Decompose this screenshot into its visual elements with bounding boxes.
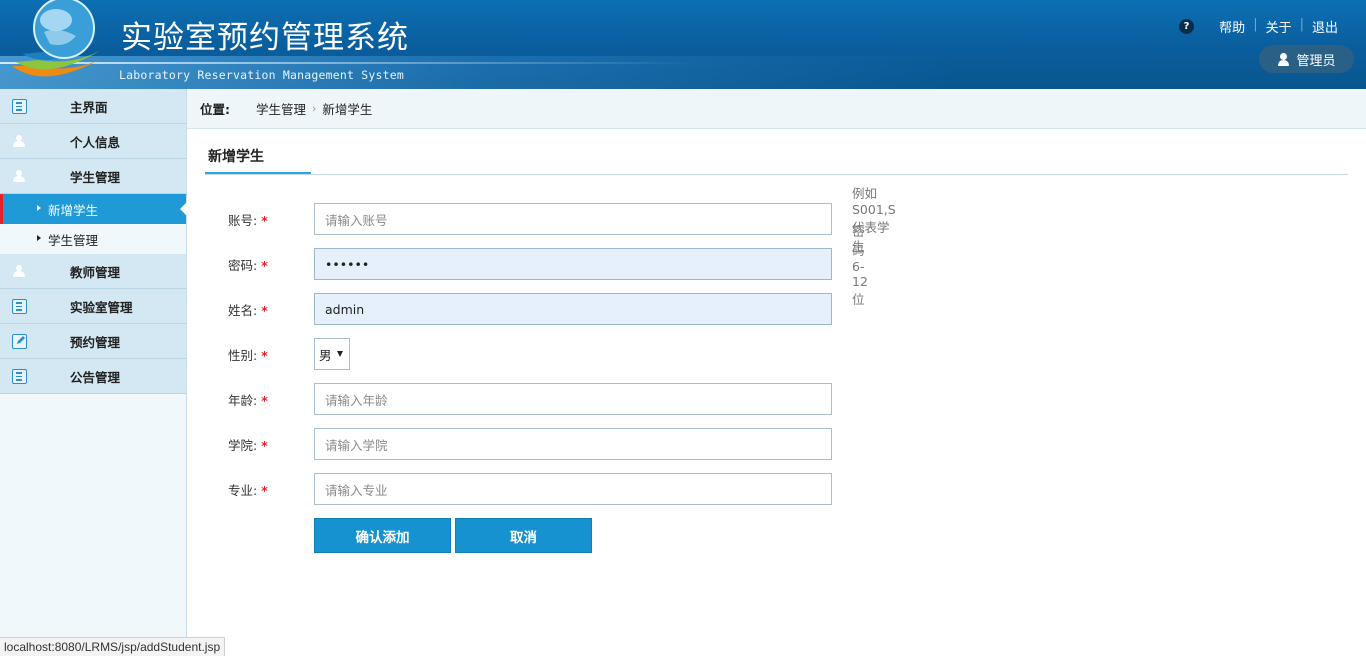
field-label: 密码: * [228, 255, 288, 274]
user-name: 管理员 [1296, 53, 1336, 69]
sidebar-subitem-student-manage[interactable]: 学生管理 [0, 224, 186, 254]
user-badge[interactable]: 管理员 [1259, 45, 1354, 73]
app-header: 实验室预约管理系统 Laboratory Reservation Managem… [0, 0, 1366, 89]
list-icon [12, 369, 27, 384]
caret-down-icon [336, 351, 343, 357]
password-label: 密码: [228, 257, 258, 273]
sidebar-item-label: 实验室管理 [70, 299, 133, 315]
required-mark: * [261, 437, 268, 453]
sidebar-item-label: 个人信息 [70, 134, 121, 150]
account-input[interactable]: 请输入账号 [314, 203, 832, 235]
sidebar-item-teachers[interactable]: 教师管理 [0, 254, 186, 289]
required-mark: * [261, 302, 268, 318]
breadcrumb-items: 学生管理 › 新增学生 [256, 99, 372, 118]
major-placeholder: 请输入专业 [325, 482, 388, 498]
person-icon [12, 134, 27, 149]
app-subtitle: Laboratory Reservation Management System [119, 68, 404, 82]
sidebar-subitem-label: 新增学生 [48, 202, 99, 218]
field-label: 姓名: * [228, 300, 288, 319]
password-hint: 密码6-12位 [852, 223, 868, 307]
person-icon [12, 169, 27, 184]
app-title: 实验室预约管理系统 [121, 20, 409, 56]
sidebar-item-label: 教师管理 [70, 264, 121, 280]
status-bar-url: localhost:8080/LRMS/jsp/addStudent.jsp [0, 637, 226, 656]
top-links: 帮助 | 关于 | 退出 [1211, 17, 1346, 36]
user-icon [1277, 52, 1290, 66]
edit-icon [12, 334, 27, 349]
breadcrumb-item[interactable]: 学生管理 [256, 99, 306, 118]
confirm-add-button[interactable]: 确认添加 [314, 518, 451, 553]
list-icon [12, 299, 27, 314]
required-mark: * [261, 392, 268, 408]
required-mark: * [261, 347, 268, 363]
person-icon [12, 264, 27, 279]
logout-link[interactable]: 退出 [1304, 17, 1346, 36]
triangle-right-icon [37, 205, 41, 211]
help-link[interactable]: 帮助 [1211, 17, 1253, 36]
sidebar-item-home[interactable]: 主界面 [0, 89, 186, 124]
sidebar-item-notices[interactable]: 公告管理 [0, 359, 186, 394]
sidebar-item-label: 公告管理 [70, 369, 121, 385]
name-value: admin [325, 301, 365, 317]
major-input[interactable]: 请输入专业 [314, 473, 832, 505]
section-title: 新增学生 [205, 140, 311, 175]
breadcrumb-label: 位置: [200, 102, 230, 117]
age-input[interactable]: 请输入年龄 [314, 383, 832, 415]
name-input[interactable]: admin [314, 293, 832, 325]
account-placeholder: 请输入账号 [325, 212, 388, 228]
major-label: 专业: [228, 482, 258, 498]
field-label: 账号: * [228, 210, 288, 229]
sidebar-item-label: 预约管理 [70, 334, 121, 350]
name-label: 姓名: [228, 302, 258, 318]
password-value: •••••• [325, 256, 370, 272]
about-link[interactable]: 关于 [1258, 17, 1300, 36]
password-input[interactable]: •••••• [314, 248, 832, 280]
sidebar-item-label: 学生管理 [70, 169, 121, 185]
cancel-button[interactable]: 取消 [455, 518, 592, 553]
sidebar-item-label: 主界面 [70, 99, 108, 115]
sidebar-item-profile[interactable]: 个人信息 [0, 124, 186, 159]
section-divider [205, 174, 1348, 175]
field-label: 年龄: * [228, 390, 288, 409]
sidebar-item-labs[interactable]: 实验室管理 [0, 289, 186, 324]
field-label: 性别: * [228, 345, 288, 364]
chevron-right-icon: › [312, 102, 317, 115]
age-placeholder: 请输入年龄 [325, 392, 388, 408]
sidebar-item-students[interactable]: 学生管理 [0, 159, 186, 194]
college-label: 学院: [228, 437, 258, 453]
triangle-right-icon [37, 235, 41, 241]
globe-logo-icon [12, 0, 106, 77]
required-mark: * [261, 482, 268, 498]
college-placeholder: 请输入学院 [325, 437, 388, 453]
sidebar: 主界面 个人信息 学生管理 新增学生 学生管理 教师管理 实验室管理 预约管理 [0, 89, 187, 656]
sidebar-subitem-add-student[interactable]: 新增学生 [0, 194, 187, 224]
sidebar-item-reservations[interactable]: 预约管理 [0, 324, 186, 359]
field-label: 学院: * [228, 435, 288, 454]
list-icon [12, 99, 27, 114]
college-input[interactable]: 请输入学院 [314, 428, 832, 460]
sidebar-subitem-label: 学生管理 [48, 232, 99, 248]
gender-value: 男 [319, 347, 332, 363]
account-label: 账号: [228, 212, 258, 228]
field-label: 专业: * [228, 480, 288, 499]
required-mark: * [261, 212, 268, 228]
age-label: 年龄: [228, 392, 258, 408]
gender-label: 性别: [228, 347, 258, 363]
breadcrumb: 位置: 学生管理 › 新增学生 [187, 89, 1366, 129]
gender-select[interactable]: 男 [314, 338, 350, 370]
breadcrumb-item: 新增学生 [322, 102, 373, 117]
required-mark: * [261, 257, 268, 273]
question-icon[interactable]: ? [1179, 19, 1194, 34]
